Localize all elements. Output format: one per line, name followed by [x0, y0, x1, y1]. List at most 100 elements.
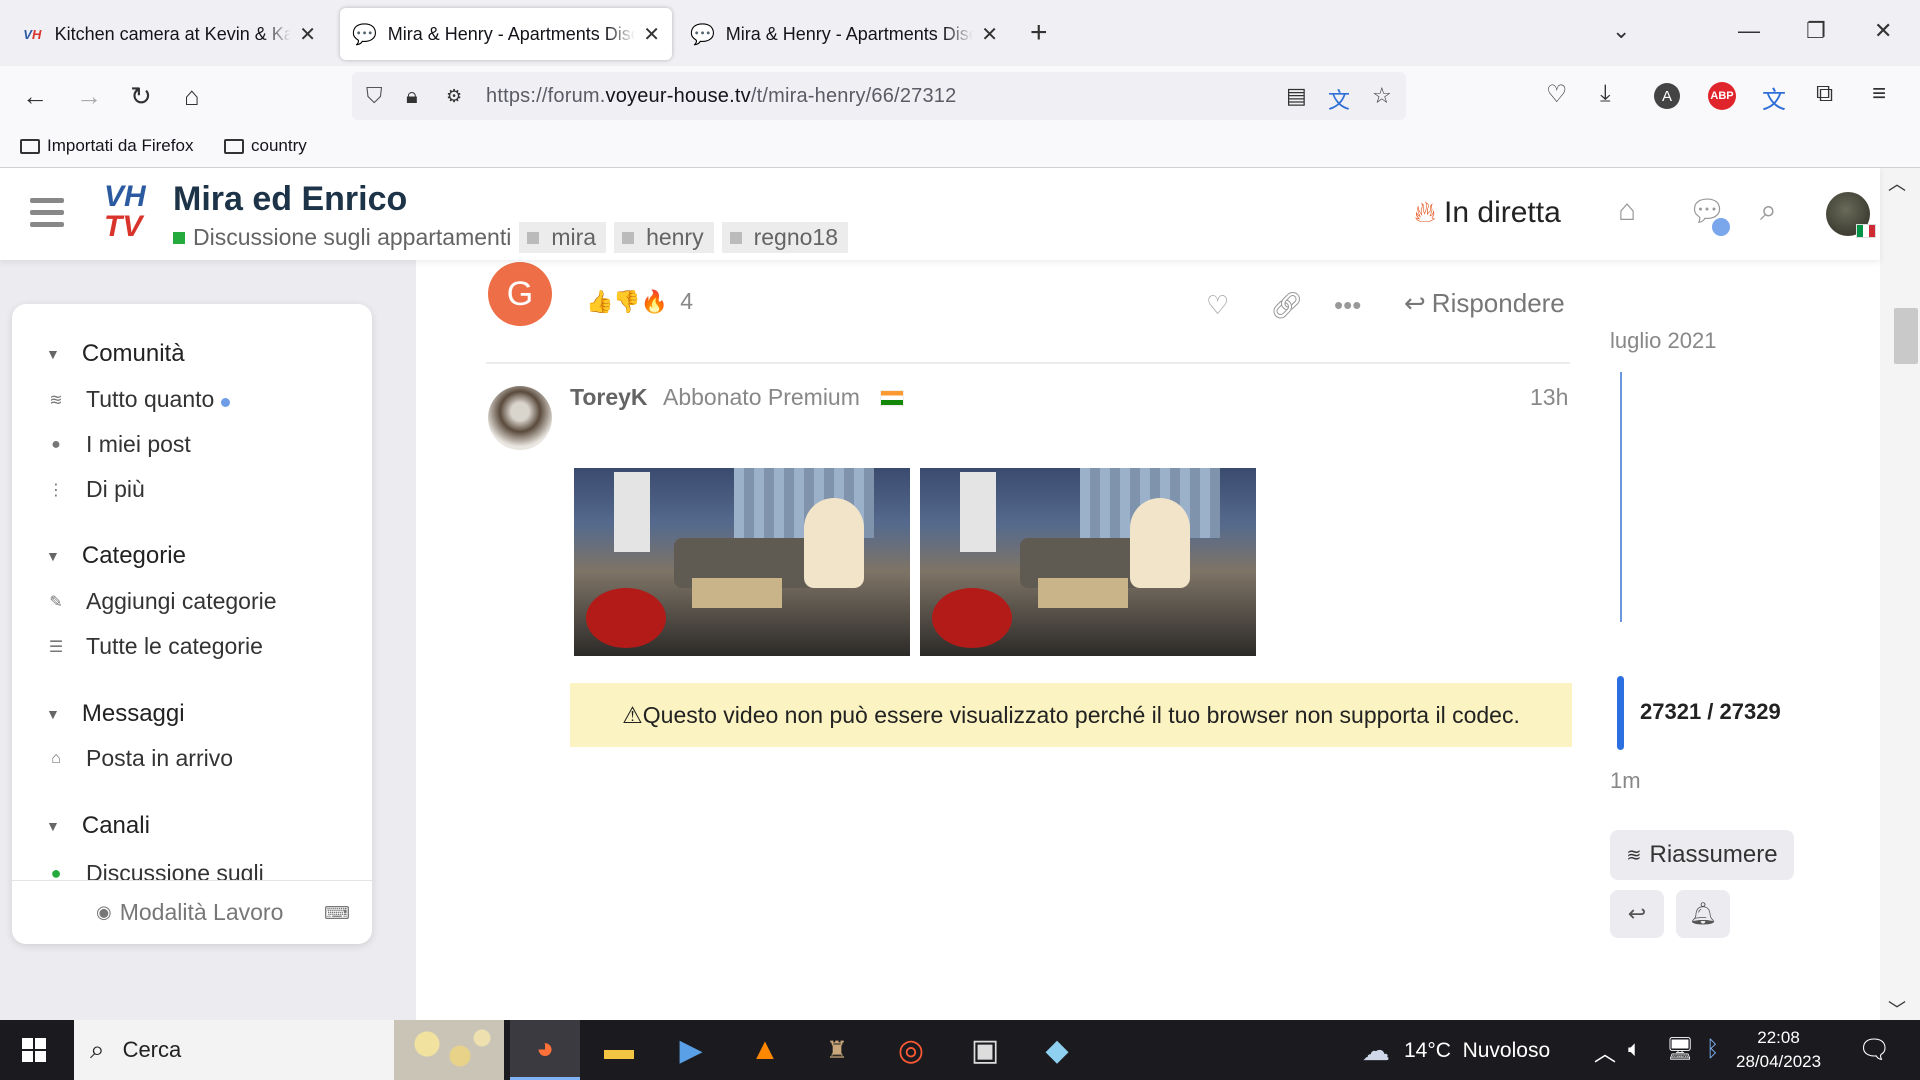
post-image-2[interactable]	[920, 468, 1256, 656]
volume-icon[interactable]: 🔈︎	[1628, 1036, 1641, 1062]
sidebar-section-channels[interactable]: ▼ Canali	[46, 812, 150, 840]
tab-close-icon[interactable]: ✕	[299, 22, 316, 47]
work-mode-toggle[interactable]: ◉ Modalità Lavoro	[96, 899, 283, 926]
shield-icon[interactable]: ⛉	[366, 83, 383, 109]
topic-title[interactable]: Mira ed Enrico	[173, 180, 407, 219]
sidebar-item-all-categories[interactable]: ☰ Tutte le categorie	[46, 633, 263, 660]
share-link-icon[interactable]: 🔗︎	[1270, 290, 1303, 321]
bookmark-folder-country[interactable]: country	[224, 136, 307, 156]
system-clock[interactable]: 22:08 28/04/2023	[1736, 1026, 1821, 1074]
browser-tab-mira-henry-active[interactable]: 💬 Mira & Henry - Apartments Discussion ✕	[340, 8, 672, 60]
back-arrow-icon[interactable]: ←	[22, 81, 48, 111]
forward-arrow-icon[interactable]: →	[76, 81, 102, 111]
browser-tab-kitchen[interactable]: VH Kitchen camera at Kevin & Karin ✕	[8, 8, 328, 60]
new-tab-plus-icon[interactable]: +	[1030, 18, 1048, 48]
vlc-taskbar-icon[interactable]: ▲	[730, 1020, 800, 1080]
post-reactions[interactable]: 👍👎🔥 4	[586, 288, 693, 315]
reply-topic-button[interactable]: ↩	[1610, 890, 1664, 938]
url-bar[interactable]: ⛉ 🔒︎ ⚙ https://forum.voyeur-house.tv/t/m…	[352, 72, 1406, 120]
more-actions-icon[interactable]: •••	[1334, 290, 1361, 321]
screen-capture-taskbar-icon[interactable]: ▣	[950, 1020, 1020, 1080]
lock-icon[interactable]: 🔒︎	[406, 83, 418, 109]
vhtv-logo[interactable]: VH TV	[104, 182, 160, 246]
timeline-end-date[interactable]: 1m	[1610, 768, 1641, 794]
sidebar-item-inbox[interactable]: ⌂ Posta in arrivo	[46, 745, 233, 772]
media-player-taskbar-icon[interactable]: ▶	[656, 1020, 726, 1080]
minimize-icon[interactable]: —	[1738, 18, 1760, 44]
firefox-taskbar-icon[interactable]: ◕	[510, 1020, 580, 1080]
home-icon[interactable]: ⌂	[1618, 194, 1636, 228]
tag-henry[interactable]: henry	[614, 222, 714, 253]
unread-dot	[221, 398, 231, 407]
restore-icon[interactable]: ❐	[1806, 18, 1826, 44]
user-avatar-g[interactable]: G	[488, 262, 552, 326]
post-timestamp[interactable]: 13h	[1530, 384, 1568, 411]
search-icon[interactable]: ⌕	[1760, 194, 1777, 228]
live-link[interactable]: 🔥︎ In diretta	[1414, 196, 1561, 230]
url-text[interactable]: https://forum.voyeur-house.tv/t/mira-hen…	[486, 85, 956, 108]
reload-icon[interactable]: ↻	[130, 81, 152, 111]
sidebar-section-community[interactable]: ▼ Comunità	[46, 340, 185, 368]
summarize-button[interactable]: ≋ Riassumere	[1610, 830, 1794, 880]
tag-regno18[interactable]: regno18	[721, 222, 849, 253]
sidebar-item-add-categories[interactable]: ✎ Aggiungi categorie	[46, 588, 276, 615]
post-image-1[interactable]	[574, 468, 910, 656]
reply-button[interactable]: ↩ Rispondere	[1404, 288, 1565, 319]
tab-close-icon[interactable]: ✕	[643, 22, 660, 47]
work-mode-label: Modalità Lavoro	[119, 899, 284, 925]
reply-arrow-icon: ↩	[1627, 901, 1647, 926]
tab-close-icon[interactable]: ✕	[981, 22, 998, 47]
bluetooth-icon[interactable]: ᛒ	[1706, 1036, 1719, 1062]
post-author[interactable]: ToreyK	[570, 384, 648, 411]
notes-taskbar-icon[interactable]: ◆	[1022, 1020, 1092, 1080]
pocket-icon[interactable]: ♡	[1546, 80, 1568, 109]
download-icon[interactable]: ⤓	[1600, 80, 1611, 108]
translate-icon[interactable]: 文	[1328, 83, 1350, 115]
sidebar-item-everything[interactable]: ≋ Tutto quanto	[46, 386, 231, 413]
scrollbar-thumb[interactable]	[1894, 308, 1918, 364]
network-icon[interactable]: 🖥︎	[1666, 1036, 1694, 1062]
bookmark-folder-firefox[interactable]: Importati da Firefox	[20, 136, 193, 156]
timeline-track[interactable]	[1620, 372, 1622, 622]
file-explorer-taskbar-icon[interactable]: ▬	[584, 1020, 654, 1080]
keyboard-shortcuts-icon[interactable]: ⌨	[324, 903, 350, 924]
windows-start-icon[interactable]	[22, 1038, 46, 1062]
india-flag-icon	[880, 390, 904, 406]
sidebar-section-messages[interactable]: ▼ Messaggi	[46, 700, 185, 728]
timeline-position: 27321 / 27329	[1640, 699, 1781, 724]
notification-center-icon[interactable]: 🗨︎	[1858, 1034, 1891, 1065]
hamburger-menu-icon[interactable]	[30, 198, 64, 228]
recorder-taskbar-icon[interactable]: ◎	[876, 1020, 946, 1080]
scroll-down-chevron-icon[interactable]: ﹀	[1888, 996, 1906, 1020]
category-link[interactable]: Discussione sugli appartamenti	[193, 224, 511, 251]
timeline-handle[interactable]	[1617, 676, 1624, 750]
weather-widget[interactable]: ☁ 14°C Nuvoloso	[1362, 1034, 1550, 1067]
reader-view-icon[interactable]: ▤	[1286, 83, 1307, 109]
bookmark-star-icon[interactable]: ☆	[1372, 83, 1392, 109]
tag-mira[interactable]: mira	[519, 222, 607, 253]
app-menu-icon[interactable]: ≡	[1872, 80, 1886, 108]
adblock-plus-icon[interactable]: ABP	[1708, 82, 1736, 110]
timeline-start-date[interactable]: luglio 2021	[1610, 328, 1716, 354]
extensions-puzzle-icon[interactable]: ⧉	[1816, 80, 1833, 108]
sidebar-item-my-posts[interactable]: ● I miei post	[46, 431, 191, 458]
account-a-icon[interactable]: A	[1654, 83, 1680, 109]
notification-bell-button[interactable]: 🔔︎	[1676, 890, 1730, 938]
author-avatar[interactable]	[488, 386, 552, 450]
like-heart-icon[interactable]: ♡	[1206, 290, 1229, 321]
vh-favicon-icon: VH	[23, 26, 42, 42]
permissions-icon[interactable]: ⚙	[446, 86, 462, 107]
page-scrollbar[interactable]	[1880, 168, 1920, 1020]
window-close-icon[interactable]: ✕	[1874, 18, 1892, 44]
translate-extension-icon[interactable]: 文	[1762, 80, 1786, 115]
sidebar-section-categories[interactable]: ▼ Categorie	[46, 542, 186, 570]
browser-tab-mira-henry[interactable]: 💬 Mira & Henry - Apartments Discussion ✕	[678, 8, 1010, 60]
app-taskbar-icon[interactable]: ♜	[802, 1020, 872, 1080]
home-icon[interactable]: ⌂	[184, 81, 200, 111]
tab-list-chevron-icon[interactable]: ⌄	[1612, 18, 1630, 44]
taskbar-search[interactable]: ⌕ Cerca	[74, 1020, 504, 1080]
tray-overflow-chevron-icon[interactable]: ︿	[1594, 1036, 1616, 1068]
sidebar-item-more[interactable]: ⋮ Di più	[46, 476, 145, 503]
tab-title: Mira & Henry - Apartments Discussion	[725, 23, 974, 44]
scroll-up-chevron-icon[interactable]: ︿	[1888, 170, 1906, 196]
